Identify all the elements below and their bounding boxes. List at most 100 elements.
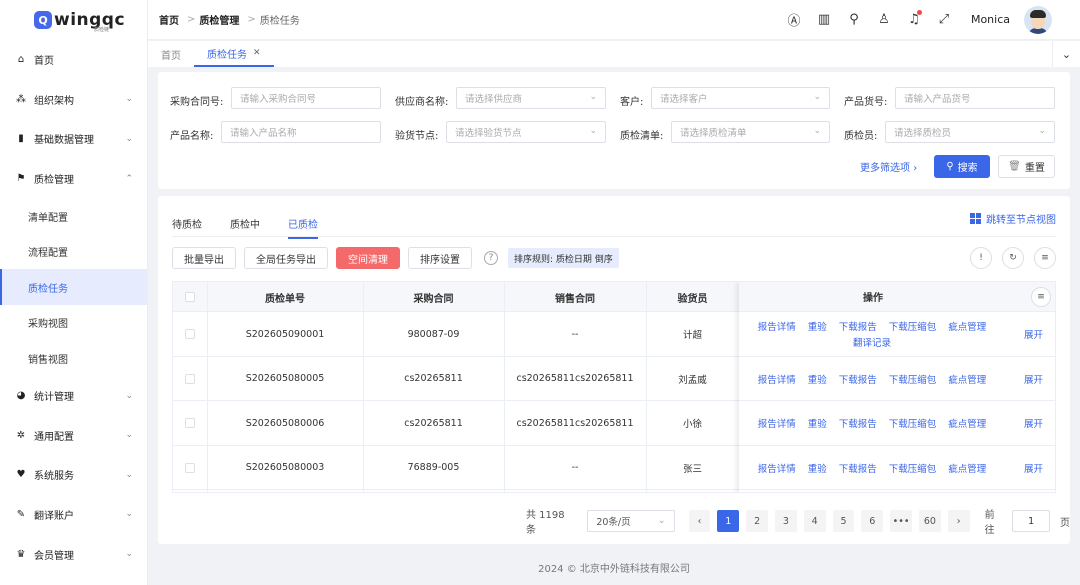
refresh-icon[interactable]: ↻ [1002, 247, 1024, 269]
ops-row: 报告详情 重验 下载报告 下载压缩包 疵点管理 展开 [739, 401, 1055, 446]
sidebar-subitem-purchase-view[interactable]: 采购视图 [0, 305, 148, 341]
defect-mgmt-link[interactable]: 疵点管理 [948, 461, 986, 475]
translate-log-link[interactable]: 翻译记录 [853, 335, 891, 349]
page-button[interactable]: 5 [832, 510, 855, 532]
cell-sales: cs20265811cs20265811 [516, 373, 634, 384]
recheck-link[interactable]: 重验 [808, 372, 827, 386]
fullscreen-icon[interactable]: ⤢ [936, 10, 952, 28]
download-report-link[interactable]: 下载报告 [839, 416, 877, 430]
recheck-link[interactable]: 重验 [808, 461, 827, 475]
page-button[interactable]: 3 [774, 510, 797, 532]
ops-column: 操作 ≡ 报告详情 重验 下载报告 下载压缩包 疵点管理 翻译记录 展开 报告详… [739, 282, 1055, 492]
download-zip-link[interactable]: 下载压缩包 [889, 461, 937, 475]
product-code-input[interactable]: 请输入产品货号 [895, 87, 1055, 109]
sidebar-item-config[interactable]: ✲ 通用配置 ⌄ [0, 415, 148, 455]
report-detail-link[interactable]: 报告详情 [758, 372, 796, 386]
breadcrumb-inspection[interactable]: 质检管理 [199, 12, 239, 27]
recheck-link[interactable]: 重验 [808, 319, 827, 333]
customer-placeholder: 请选择客户 [660, 94, 708, 105]
tabs-menu-chevron-down-icon[interactable]: ⌄ [1052, 41, 1080, 67]
download-zip-link[interactable]: 下载压缩包 [889, 372, 937, 386]
goto-page-input[interactable]: 1 [1012, 510, 1051, 532]
report-detail-link[interactable]: 报告详情 [758, 461, 796, 475]
sidebar-item-member[interactable]: ♛ 会员管理 ⌄ [0, 534, 148, 574]
sort-setting-button[interactable]: 排序设置 [408, 247, 472, 269]
compass-icon[interactable]: Ⓐ [786, 10, 802, 29]
recheck-link[interactable]: 重验 [808, 416, 827, 430]
avatar[interactable] [1024, 6, 1052, 34]
expand-link[interactable]: 展开 [1024, 446, 1043, 490]
sidebar-subitem-flow[interactable]: 流程配置 [0, 234, 148, 270]
row-checkbox[interactable] [173, 401, 207, 445]
close-icon[interactable]: ✕ [253, 48, 261, 58]
bell-icon[interactable]: ♫ [906, 10, 922, 28]
download-report-link[interactable]: 下载报告 [839, 461, 877, 475]
supplier-select[interactable]: 请选择供应商 ⌄ [456, 87, 606, 109]
page-button[interactable]: 6 [861, 510, 884, 532]
main-panel: 待质检 质检中 已质检 跳转至节点视图 批量导出 全局任务导出 空间清理 排序设… [158, 196, 1070, 544]
sidebar-item-translate[interactable]: ✎ 翻译账户 ⌄ [0, 495, 148, 535]
download-zip-link[interactable]: 下载压缩包 [889, 416, 937, 430]
page-button[interactable]: 1 [717, 510, 740, 532]
next-page-button[interactable]: › [947, 510, 970, 532]
row-checkbox[interactable] [173, 446, 207, 490]
download-report-link[interactable]: 下载报告 [839, 319, 877, 333]
page-size-select[interactable]: 20条/页 ⌄ [587, 510, 675, 532]
search-icon[interactable]: ⚲ [846, 10, 862, 28]
reset-button[interactable]: 🗑 重置 [998, 155, 1055, 178]
tab-inspection-task[interactable]: 质检任务 ✕ [194, 41, 274, 67]
jump-node-view-link[interactable]: 跳转至节点视图 [970, 211, 1056, 226]
sidebar-item-system[interactable]: ♥ 系统服务 ⌄ [0, 455, 148, 495]
sidebar-item-statistics[interactable]: ◕ 统计管理 ⌄ [0, 376, 148, 416]
select-all-checkbox[interactable] [173, 282, 207, 312]
sidebar-subitem-checklist[interactable]: 清单配置 [0, 198, 148, 234]
export-all-button[interactable]: 全局任务导出 [244, 247, 328, 269]
defect-mgmt-link[interactable]: 疵点管理 [948, 416, 986, 430]
trash-icon: 🗑 [1008, 161, 1021, 172]
filter-icon[interactable]: ≡ [1034, 247, 1056, 269]
batch-export-button[interactable]: 批量导出 [172, 247, 236, 269]
expand-link[interactable]: 展开 [1024, 401, 1043, 445]
sidebar-subitem-inspection-task[interactable]: 质检任务 [0, 269, 148, 305]
checklist-select[interactable]: 请选择质检清单 ⌄ [671, 121, 830, 143]
customer-select[interactable]: 请选择客户 ⌄ [651, 87, 830, 109]
expand-link[interactable]: 展开 [1024, 357, 1043, 401]
username[interactable]: Monica [971, 13, 1010, 26]
download-zip-link[interactable]: 下载压缩包 [889, 319, 937, 333]
defect-mgmt-link[interactable]: 疵点管理 [948, 372, 986, 386]
page-button[interactable]: 60 [918, 510, 941, 532]
sidebar-subitem-sales-view[interactable]: 销售视图 [0, 340, 148, 376]
shirt-icon[interactable]: ♙ [876, 10, 892, 28]
info-icon[interactable]: ! [970, 247, 992, 269]
sidebar-item-home[interactable]: ⌂ 首页 [0, 40, 148, 80]
search-button[interactable]: ⚲ 搜索 [934, 155, 990, 178]
inspector-select[interactable]: 请选择质检员 ⌄ [885, 121, 1055, 143]
node-select[interactable]: 请选择验货节点 ⌄ [446, 121, 606, 143]
sidebar-item-label: 统计管理 [34, 392, 74, 404]
layout-icon[interactable]: ▥ [816, 10, 832, 28]
download-report-link[interactable]: 下载报告 [839, 372, 877, 386]
prev-page-button[interactable]: ‹ [688, 510, 711, 532]
sidebar-item-basic-data[interactable]: ▮ 基础数据管理 ⌄ [0, 119, 148, 159]
more-pages-button[interactable]: ••• [890, 510, 912, 532]
tab-home[interactable]: 首页 [148, 41, 194, 67]
contract-no-input[interactable]: 请输入采购合同号 [231, 87, 381, 109]
defect-mgmt-link[interactable]: 疵点管理 [948, 319, 986, 333]
help-icon[interactable]: ? [484, 251, 498, 265]
sidebar-item-inspection[interactable]: ⚑ 质检管理 ⌃ [0, 159, 148, 199]
breadcrumb-home[interactable]: 首页 [159, 12, 179, 27]
report-detail-link[interactable]: 报告详情 [758, 416, 796, 430]
sidebar-item-org[interactable]: ⁂ 组织架构 ⌄ [0, 80, 148, 120]
page-button[interactable]: 4 [803, 510, 826, 532]
expand-link[interactable]: 展开 [1024, 312, 1043, 356]
product-name-input[interactable]: 请输入产品名称 [221, 121, 381, 143]
more-filters-link[interactable]: 更多筛选项 › [860, 159, 917, 174]
report-detail-link[interactable]: 报告详情 [758, 319, 796, 333]
row-checkbox[interactable] [173, 357, 207, 401]
product-name-label: 产品名称: [170, 131, 214, 142]
row-checkbox[interactable] [173, 312, 207, 356]
page-button[interactable]: 2 [746, 510, 768, 532]
clear-space-button[interactable]: 空间清理 [336, 247, 400, 269]
column-settings-icon[interactable]: ≡ [1031, 287, 1051, 307]
col-purchase: 采购合同 [413, 293, 454, 305]
